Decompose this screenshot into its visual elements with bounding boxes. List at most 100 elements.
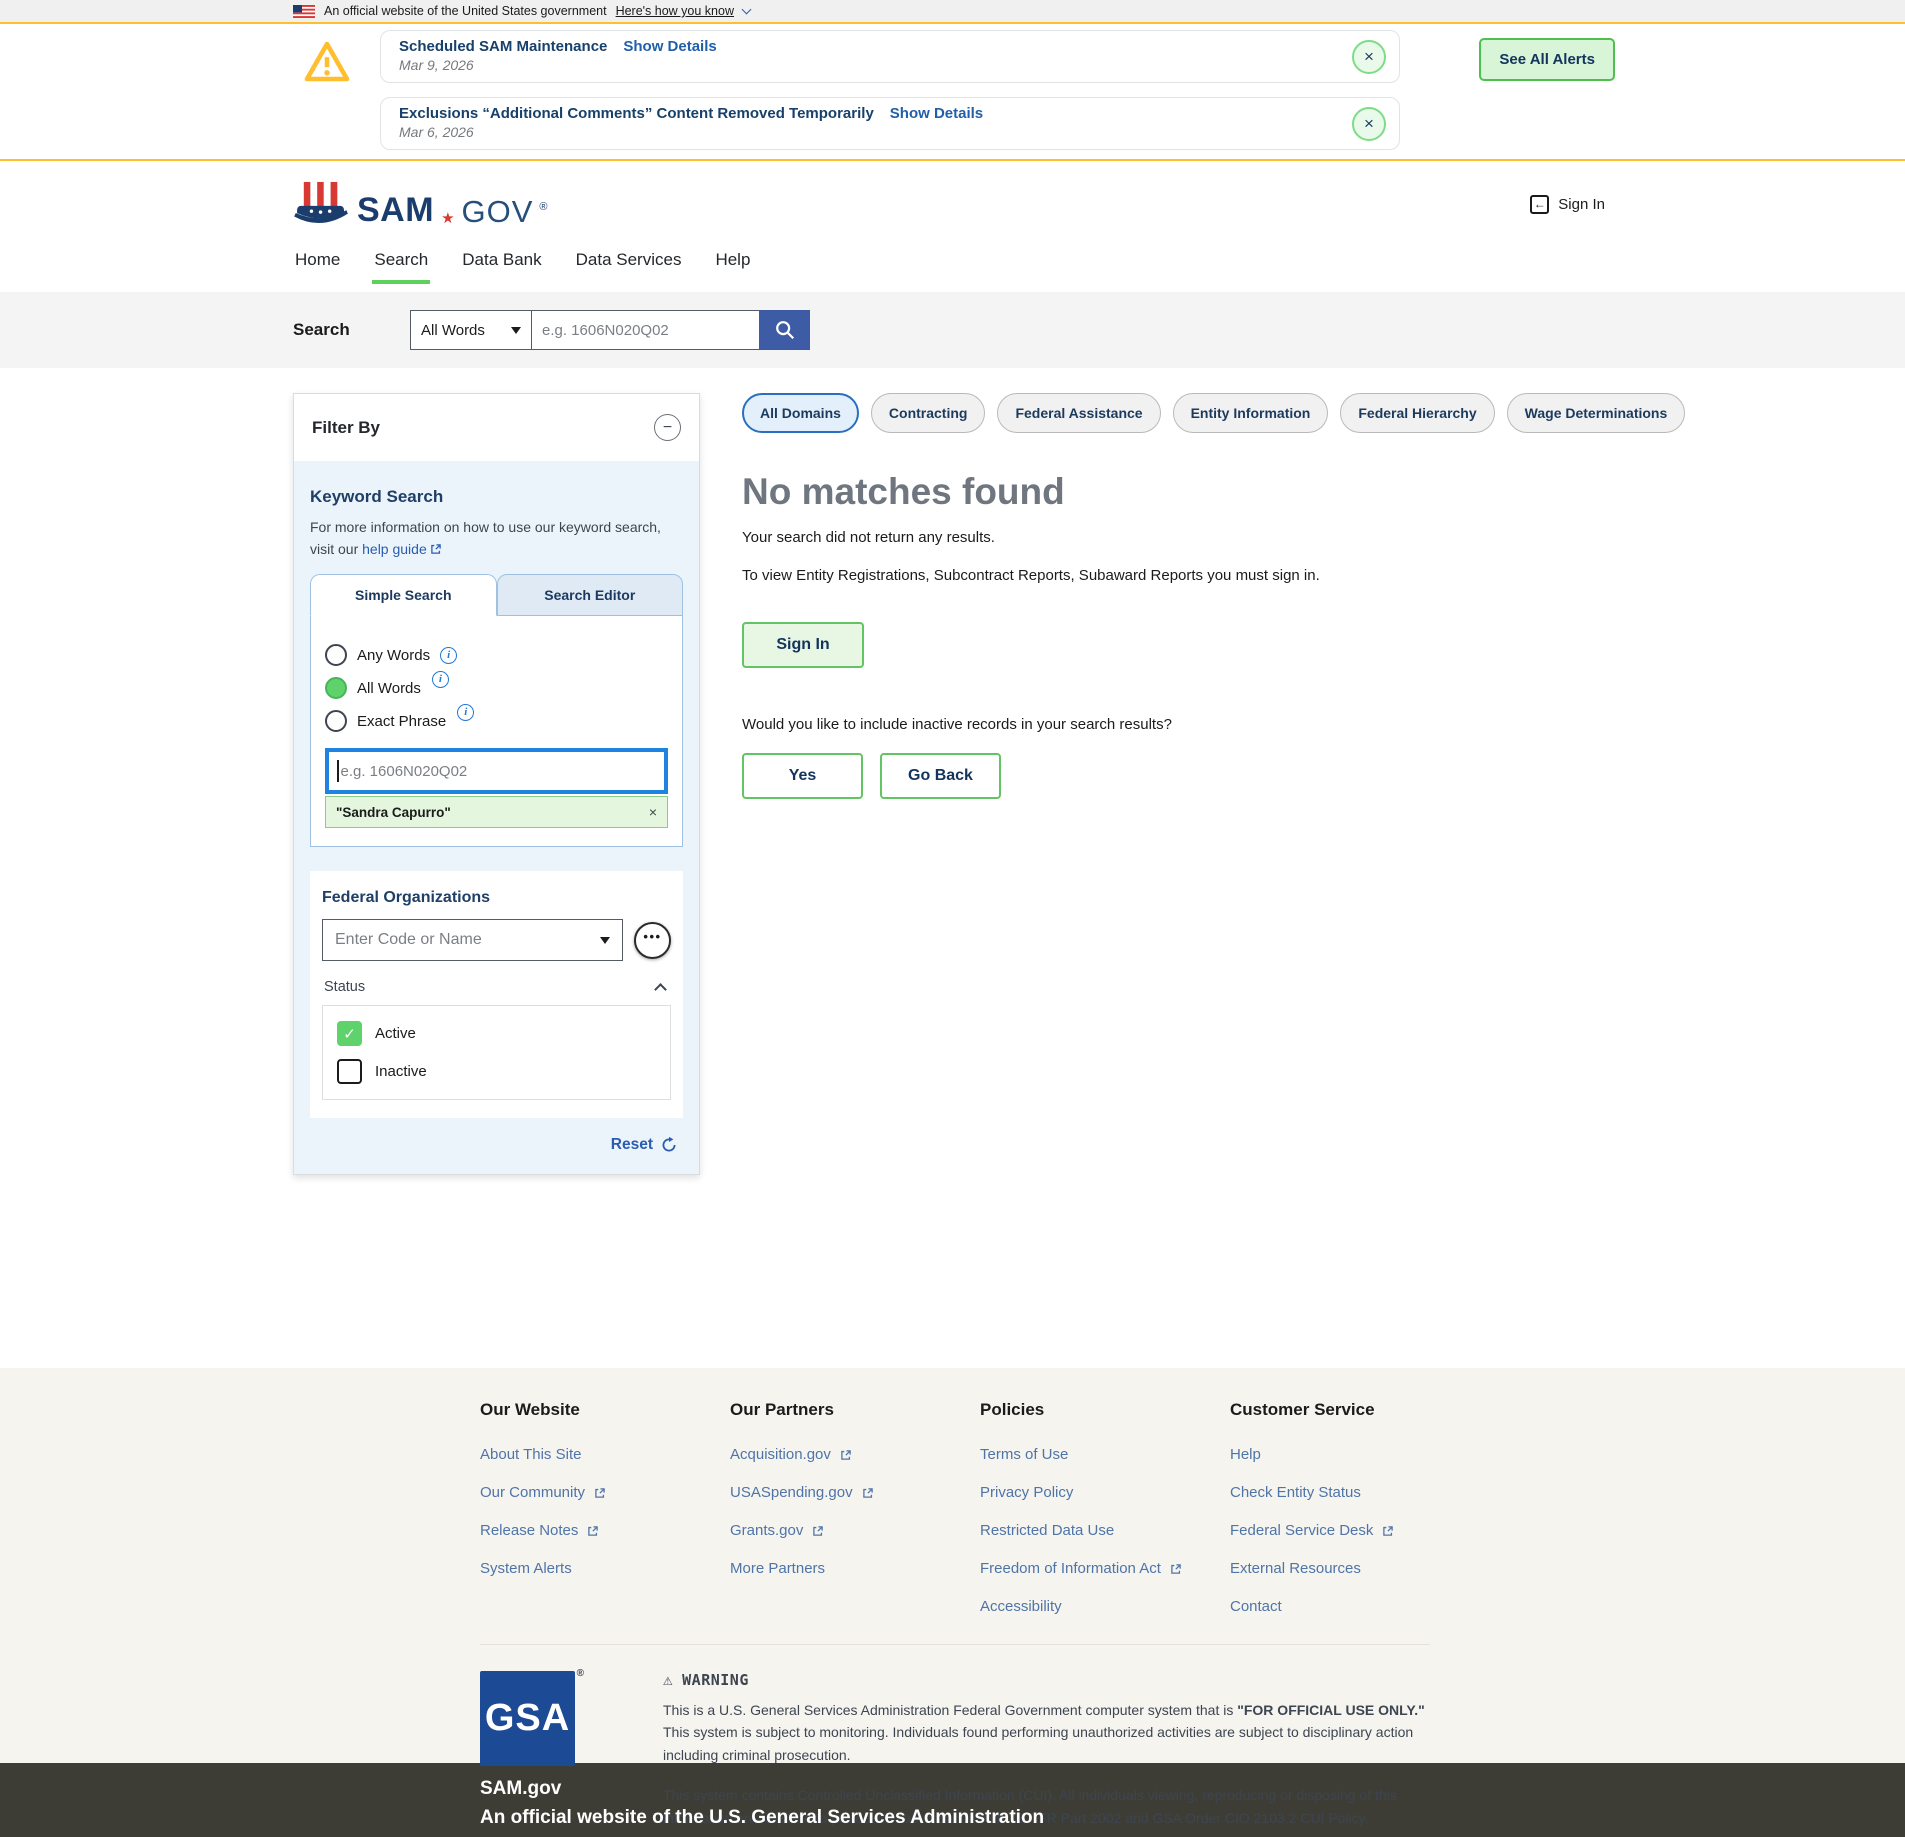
nav-item-home[interactable]: Home [293, 247, 342, 280]
domain-chip-federal-hierarchy[interactable]: Federal Hierarchy [1340, 393, 1494, 433]
reset-filters-link[interactable]: Reset [310, 1118, 683, 1158]
footer-link[interactable]: Help [1230, 1446, 1480, 1463]
site-footer: Our Website About This Site Our Communit… [0, 1368, 1905, 1763]
external-link-icon [594, 1487, 606, 1499]
footer-link[interactable]: Acquisition.gov [730, 1446, 980, 1463]
checkbox-active[interactable]: ✓ Active [337, 1021, 656, 1046]
footer-link[interactable]: System Alerts [480, 1560, 730, 1577]
footer-link[interactable]: Privacy Policy [980, 1484, 1230, 1501]
alert-show-details-link[interactable]: Show Details [890, 105, 983, 122]
radio-button-unchecked[interactable] [325, 644, 347, 666]
radio-button-checked[interactable] [325, 677, 347, 699]
footer-link[interactable]: USASpending.gov [730, 1484, 980, 1501]
alert-show-details-link[interactable]: Show Details [623, 38, 716, 55]
main-content: Filter By − Keyword Search For more info… [0, 368, 1905, 1368]
footer-link[interactable]: External Resources [1230, 1560, 1480, 1577]
warning-triangle-icon [300, 38, 354, 86]
search-submit-button[interactable] [760, 310, 810, 350]
external-link-icon [840, 1449, 852, 1461]
warning-heading: ⚠ WARNING [663, 1671, 1430, 1689]
checkbox-label: Inactive [375, 1063, 427, 1080]
nav-item-search[interactable]: Search [372, 247, 430, 284]
info-icon[interactable]: i [440, 647, 457, 664]
domain-chip-wage-determinations[interactable]: Wage Determinations [1507, 393, 1686, 433]
footer-link[interactable]: Grants.gov [730, 1522, 980, 1539]
login-icon: ← [1530, 195, 1549, 214]
sam-gov-logo[interactable]: SAM★GOV ® [293, 181, 548, 227]
yes-button[interactable]: Yes [742, 753, 863, 799]
radio-exact-phrase[interactable]: Exact Phrase i [325, 710, 668, 732]
footer-link[interactable]: Restricted Data Use [980, 1522, 1230, 1539]
footer-link[interactable]: Terms of Use [980, 1446, 1230, 1463]
federal-org-combobox[interactable]: Enter Code or Name [322, 919, 623, 961]
search-label: Search [293, 320, 410, 340]
sign-in-button[interactable]: Sign In [742, 622, 864, 668]
close-icon[interactable]: × [1352, 40, 1386, 74]
domain-chip-contracting[interactable]: Contracting [871, 393, 986, 433]
domain-chip-entity-information[interactable]: Entity Information [1173, 393, 1329, 433]
nav-item-help[interactable]: Help [713, 247, 752, 280]
footer-column-heading: Customer Service [1230, 1400, 1480, 1420]
search-mode-value: All Words [421, 322, 485, 339]
banner-how-link[interactable]: Here's how you know [616, 4, 734, 18]
checkbox-unchecked-icon[interactable] [337, 1059, 362, 1084]
caret-down-icon [600, 937, 610, 944]
keyword-search-heading: Keyword Search [310, 487, 683, 507]
status-options-box: ✓ Active Inactive [322, 1005, 671, 1100]
domain-chip-federal-assistance[interactable]: Federal Assistance [997, 393, 1160, 433]
close-icon[interactable]: × [1352, 107, 1386, 141]
footer-link[interactable]: More Partners [730, 1560, 980, 1577]
footer-link[interactable]: Release Notes [480, 1522, 730, 1539]
brand-sam: SAM [357, 193, 434, 227]
gov-banner: An official website of the United States… [0, 0, 1905, 24]
info-icon[interactable]: i [457, 704, 474, 721]
chip-remove-icon[interactable]: × [649, 804, 657, 820]
footer-column-customer-service: Customer Service Help Check Entity Statu… [1230, 1400, 1480, 1636]
info-icon[interactable]: i [432, 671, 449, 688]
keyword-input[interactable]: e.g. 1606N020Q02 [325, 748, 668, 794]
sign-in-link[interactable]: ← Sign In [1530, 195, 1605, 214]
alert-title: Exclusions “Additional Comments” Content… [399, 105, 874, 122]
radio-all-words[interactable]: All Words i [325, 677, 668, 699]
uncle-sam-hat-icon [293, 181, 351, 227]
keyword-help-text: For more information on how to use our k… [310, 517, 683, 560]
footer-link[interactable]: Freedom of Information Act [980, 1560, 1230, 1577]
nav-item-data-bank[interactable]: Data Bank [460, 247, 543, 280]
global-search-input[interactable] [532, 310, 760, 350]
radio-label: All Words [357, 680, 421, 697]
collapse-filters-icon[interactable]: − [654, 414, 681, 441]
chevron-down-icon [742, 4, 752, 14]
footer-link-columns: Our Website About This Site Our Communit… [480, 1400, 1905, 1636]
footer-column-heading: Our Partners [730, 1400, 980, 1420]
nav-item-data-services[interactable]: Data Services [574, 247, 684, 280]
checkbox-inactive[interactable]: Inactive [337, 1059, 656, 1084]
warning-icon: ⚠ [663, 1672, 673, 1688]
warning-block: ⚠ WARNING This is a U.S. General Service… [663, 1671, 1430, 1829]
footer-link[interactable]: Check Entity Status [1230, 1484, 1480, 1501]
chip-label: "Sandra Capurro" [336, 805, 451, 820]
domain-chip-all-domains[interactable]: All Domains [742, 393, 859, 433]
main-nav: Home Search Data Bank Data Services Help [0, 247, 1905, 292]
status-accordion-toggle[interactable]: Status [324, 979, 669, 995]
help-guide-link[interactable]: help guide [362, 541, 442, 557]
radio-button-unchecked[interactable] [325, 710, 347, 732]
more-options-button[interactable]: ••• [634, 922, 671, 959]
federal-organizations-section: Federal Organizations Enter Code or Name… [310, 871, 683, 1118]
footer-link[interactable]: About This Site [480, 1446, 730, 1463]
external-link-icon [812, 1525, 824, 1537]
go-back-button[interactable]: Go Back [880, 753, 1001, 799]
footer-link[interactable]: Federal Service Desk [1230, 1522, 1480, 1539]
alert-title: Scheduled SAM Maintenance [399, 38, 607, 55]
tab-search-editor[interactable]: Search Editor [497, 574, 684, 616]
footer-link[interactable]: Accessibility [980, 1598, 1230, 1615]
external-link-icon [430, 543, 442, 555]
see-all-alerts-button[interactable]: See All Alerts [1479, 38, 1615, 81]
reset-label: Reset [611, 1136, 653, 1154]
radio-any-words[interactable]: Any Words i [325, 644, 668, 666]
footer-link[interactable]: Contact [1230, 1598, 1480, 1615]
search-mode-select[interactable]: All Words [410, 310, 532, 350]
checkbox-checked-icon[interactable]: ✓ [337, 1021, 362, 1046]
external-link-icon [1170, 1563, 1182, 1575]
footer-link[interactable]: Our Community [480, 1484, 730, 1501]
tab-simple-search[interactable]: Simple Search [310, 574, 497, 616]
